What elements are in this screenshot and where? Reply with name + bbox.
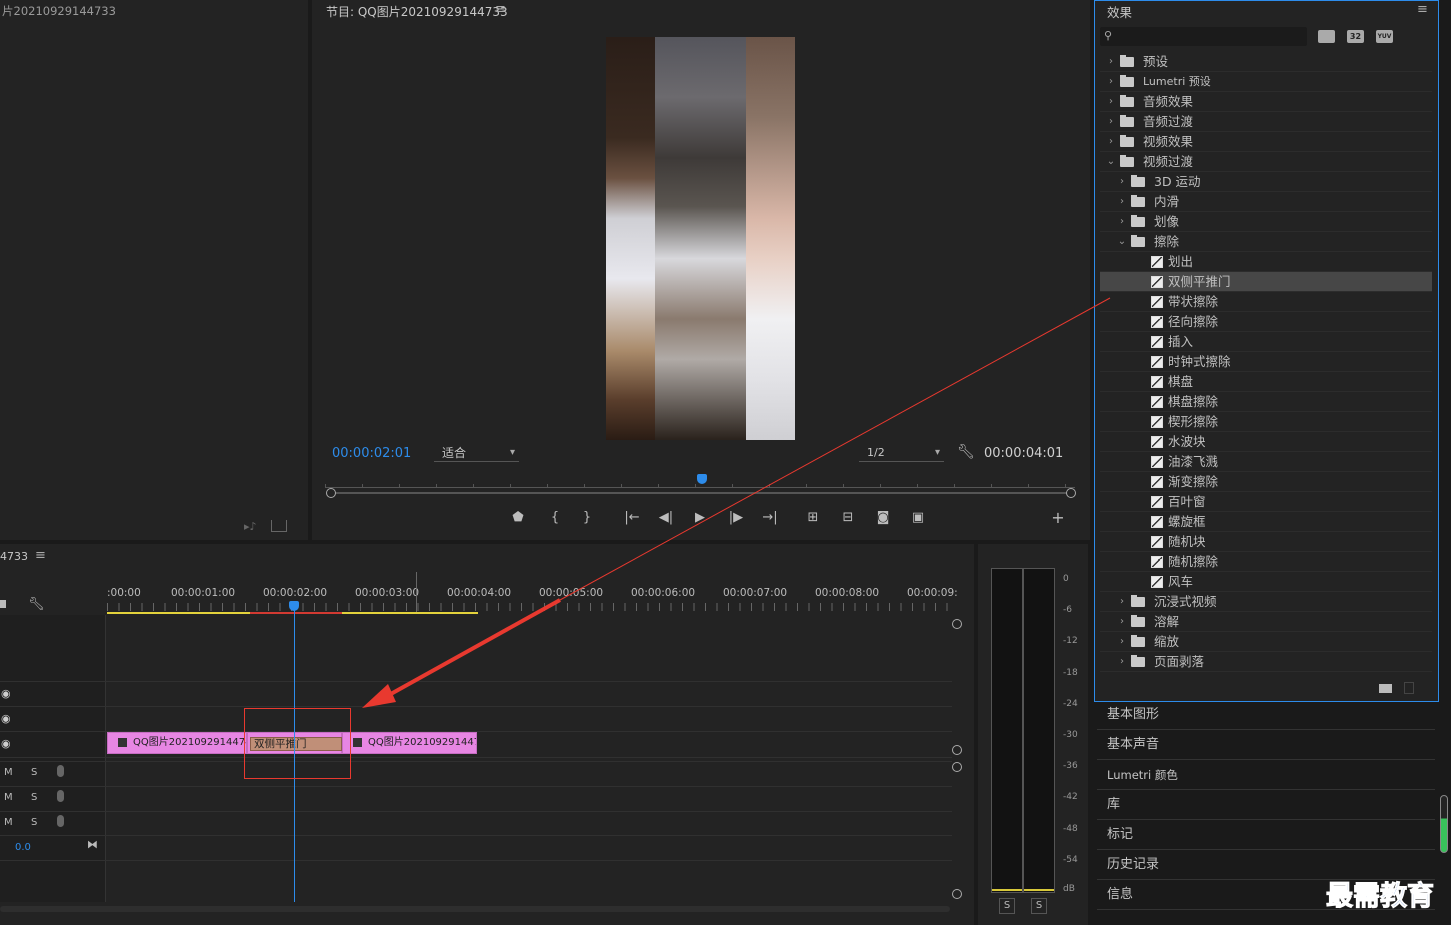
annotation-arrow-shaft — [379, 598, 561, 702]
annotation-thin-line — [559, 297, 1111, 601]
annotation-highlight-box — [244, 708, 351, 779]
watermark-logo: 最需教育 — [1326, 881, 1435, 913]
annotation-arrow-head — [362, 684, 396, 708]
annotation-layer — [244, 297, 1111, 779]
